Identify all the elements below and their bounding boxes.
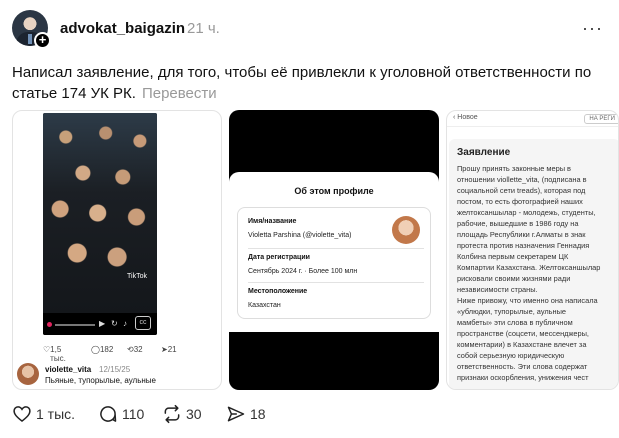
like-count-small: ♡ 1,5 тыс. [43, 345, 66, 363]
reply-avatar [17, 363, 39, 385]
reply-count-small: ◯ 182 [91, 345, 114, 354]
reply-button[interactable]: 110 [98, 402, 158, 426]
record-dot-icon [47, 322, 52, 327]
document-title: Заявление [457, 147, 511, 158]
registration-label: Дата регистрации [248, 254, 310, 261]
divider [248, 282, 424, 283]
profile-photo [392, 216, 420, 244]
name-value: Violetta Parshina (@violette_vita) [248, 232, 352, 239]
post-body: Написал заявление, для того, чтобы её пр… [12, 64, 592, 102]
reply-date: 12/15/25 [99, 365, 131, 374]
share-icon [227, 406, 245, 422]
document-top-bar: ‹ Новое НА РЕГИ [447, 111, 618, 127]
reply-username: violette_vita [45, 365, 92, 374]
reply-text: Пьяные, тупорылые, аульные [45, 376, 156, 385]
document-card: Заявление Прошу принять законные меры в … [449, 139, 618, 389]
author-username[interactable]: advokat_baigazin [60, 20, 185, 37]
video-frame: TikTok ▶ ↻ ♪ cc [43, 113, 157, 335]
reply-count: 110 [122, 406, 145, 422]
profile-details-box: Имя/название Violetta Parshina (@violett… [237, 207, 431, 319]
post-actions: 1 тыс. 110 30 18 [12, 402, 312, 426]
comment-icon [100, 406, 117, 422]
top-button: НА РЕГИ [584, 114, 618, 124]
repost-icon [164, 404, 180, 424]
repost-button[interactable]: 30 [162, 402, 222, 426]
document-body: Прошу принять законные меры в отношении … [457, 164, 601, 382]
avatar-tie [28, 34, 32, 44]
share-count-small: ➤ 21 [161, 345, 177, 354]
crowd-image [43, 113, 157, 313]
profile-card: Об этом профиле Имя/название Violetta Pa… [229, 172, 439, 332]
like-button[interactable]: 1 тыс. [12, 402, 82, 426]
rewind-icon: ↻ [111, 319, 118, 328]
post-time[interactable]: 21 ч. [187, 20, 220, 37]
location-label: Местоположение [248, 288, 308, 295]
repost-count-small: ⟲ 32 [127, 345, 143, 354]
divider [248, 248, 424, 249]
media-profile-screenshot[interactable]: Об этом профиле Имя/название Violetta Pa… [229, 110, 439, 390]
reply-preview: violette_vita 12/15/25 Пьяные, тупорылые… [17, 363, 217, 389]
media-video-screenshot[interactable]: TikTok ▶ ↻ ♪ cc ♡ 1,5 тыс. ◯ 182 ⟲ 32 ➤ … [12, 110, 222, 390]
post-text: Написал заявление, для того, чтобы её пр… [12, 62, 608, 104]
captions-icon: cc [135, 316, 151, 330]
tiktok-watermark: TikTok [127, 273, 147, 280]
repost-count: 30 [186, 406, 202, 422]
translate-link[interactable]: Перевести [142, 85, 217, 102]
follow-plus-icon[interactable]: + [34, 32, 51, 49]
registration-value: Сентябрь 2024 г. · Более 100 млн [248, 268, 358, 275]
name-label: Имя/название [248, 218, 297, 225]
play-icon: ▶ [99, 319, 106, 328]
media-document-screenshot[interactable]: ‹ Новое НА РЕГИ Заявление Прошу принять … [446, 110, 619, 390]
video-stats: ♡ 1,5 тыс. ◯ 182 ⟲ 32 ➤ 21 [43, 345, 221, 363]
more-options-icon[interactable]: ··· [582, 18, 603, 39]
volume-icon: ♪ [123, 319, 127, 328]
like-count: 1 тыс. [36, 406, 76, 422]
post-header: + advokat_baigazin 21 ч. ··· [12, 10, 607, 50]
back-label: ‹ Новое [453, 114, 478, 121]
heart-icon [13, 406, 31, 423]
profile-card-title: Об этом профиле [294, 186, 374, 196]
location-value: Казахстан [248, 302, 281, 309]
share-count: 18 [250, 406, 266, 422]
progress-track [55, 324, 95, 326]
share-button[interactable]: 18 [226, 402, 286, 426]
